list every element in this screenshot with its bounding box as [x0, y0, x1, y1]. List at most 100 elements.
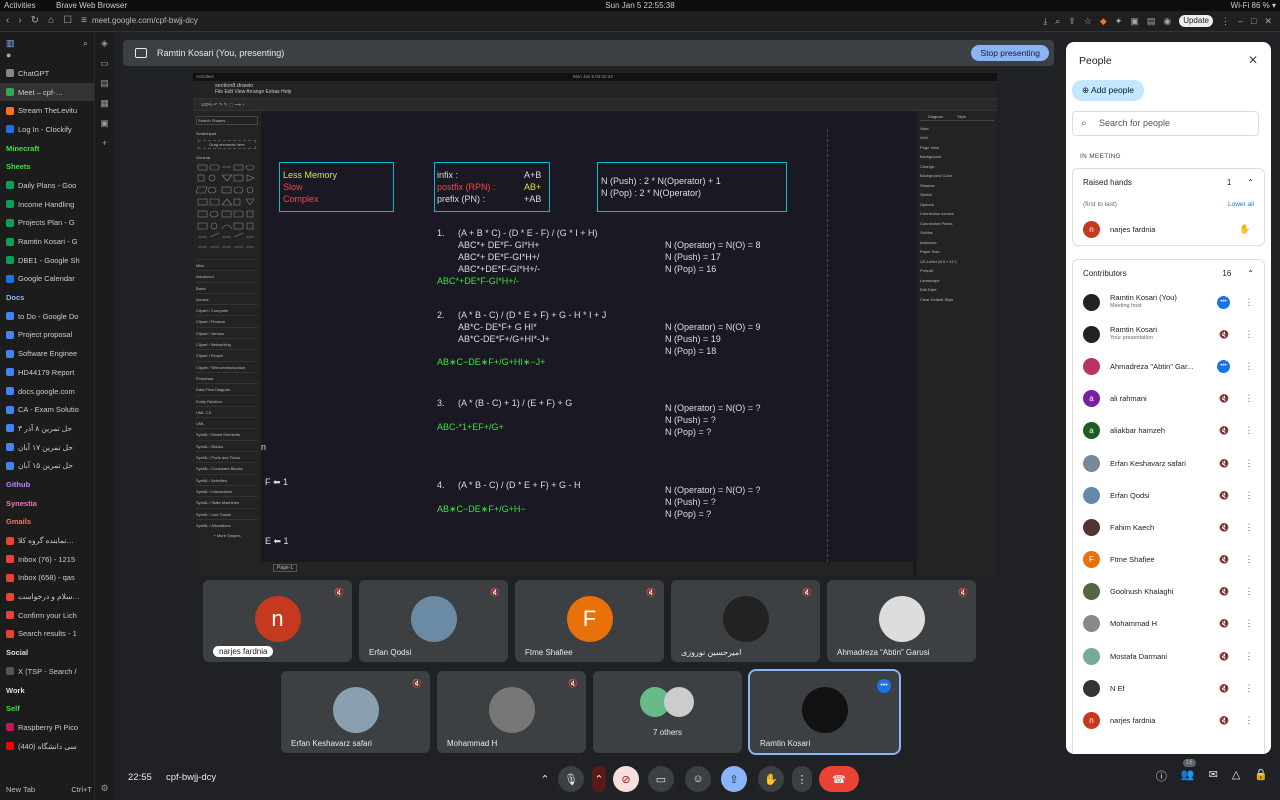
raise-hand-icon[interactable]: ✋ — [758, 766, 784, 792]
tab-label: Ramtin Kosari - G — [18, 237, 78, 247]
camera-off-icon[interactable]: ⊘ — [613, 766, 639, 792]
meeting-info-icon[interactable]: ⓘ — [1156, 768, 1167, 784]
back-icon[interactable]: ‹ — [6, 15, 9, 27]
lower-all-button[interactable]: Lower all — [1228, 201, 1254, 208]
participant-tile[interactable]: Mohammad H 🔇 — [437, 671, 586, 753]
participant-name: ali rahmani — [1110, 394, 1216, 403]
participant-row[interactable]: Ramtin Kosari Your presentation 🔇 ⋮ — [1073, 318, 1264, 350]
chat-icon[interactable]: ✉ — [1209, 768, 1218, 784]
leave-call-icon[interactable]: ☎ — [819, 766, 859, 792]
stop-presenting-button[interactable]: Stop presenting — [971, 45, 1049, 61]
participant-row[interactable]: F Ftme Shafiee 🔇 ⋮ — [1073, 544, 1264, 576]
reading-list-icon[interactable]: ▭ — [100, 58, 109, 69]
more-options-icon[interactable]: ⋮ — [1242, 522, 1256, 533]
more-options-icon[interactable]: ⋮ — [1242, 393, 1256, 404]
update-button[interactable]: Update — [1179, 15, 1213, 27]
more-options-icon[interactable]: ⋮ — [1242, 651, 1256, 662]
new-tab-button[interactable]: New Tab — [6, 785, 35, 794]
present-screen-icon[interactable]: ⇧ — [721, 766, 747, 792]
participant-tile[interactable]: 7 others — [593, 671, 742, 753]
host-controls-icon[interactable]: 🔒 — [1254, 768, 1268, 784]
participant-row[interactable]: Mohammad H 🔇 ⋮ — [1073, 608, 1264, 640]
more-options-icon[interactable]: ⋮ — [1242, 297, 1256, 308]
captions-icon[interactable]: ▭ — [648, 766, 674, 792]
library-item: Clipart / Computer — [196, 304, 258, 315]
extension-icon[interactable]: ✦ — [1115, 15, 1123, 27]
tab-search-icon[interactable]: ⌕ — [83, 38, 88, 50]
tile-name: Ahmadreza “Abtin” Garusi — [837, 648, 930, 657]
more-options-icon[interactable]: ⋮ — [1242, 458, 1256, 469]
more-options-icon[interactable]: ⋮ — [1242, 715, 1256, 726]
people-icon[interactable]: 👥 16 — [1181, 759, 1196, 784]
add-rail-icon[interactable]: + — [102, 138, 107, 148]
profile-icon[interactable]: ◉ — [1163, 15, 1171, 27]
participant-row[interactable]: Ahmadreza "Abtin" Gar... ••• ⋮ — [1073, 350, 1264, 382]
hand-icon[interactable]: ✋ — [1238, 224, 1252, 235]
brave-shield-icon[interactable]: ◆ — [1100, 15, 1107, 27]
participant-row[interactable]: Fahim Kaech 🔇 ⋮ — [1073, 511, 1264, 543]
participant-row[interactable]: Ramtin Kosari (You) Meeting host ••• ⋮ — [1073, 286, 1264, 318]
address-bar[interactable]: meet.google.com/cpf-bwjj-dcy — [92, 15, 198, 27]
reload-icon[interactable]: ↻ — [31, 15, 39, 27]
participant-row[interactable]: N Ef 🔇 ⋮ — [1073, 672, 1264, 704]
participant-tile[interactable]: امیرحسین نوروزی 🔇 — [671, 580, 820, 662]
participant-tile[interactable]: n narjes fardnia 🔇 — [203, 580, 352, 662]
search-people-input[interactable]: ⌕ Search for people — [1072, 111, 1259, 136]
participant-row[interactable]: Mostafa Darmani 🔇 ⋮ — [1073, 640, 1264, 672]
more-options-icon[interactable]: ⋮ — [792, 766, 812, 792]
audio-options-icon[interactable]: ⌃ — [538, 766, 552, 792]
emoji-icon[interactable]: ☺ — [685, 766, 711, 792]
more-options-icon[interactable]: ⋮ — [1242, 683, 1256, 694]
wallet-icon[interactable]: ▣ — [1130, 15, 1139, 27]
more-options-icon[interactable]: ⋮ — [1242, 554, 1256, 565]
mic-icon[interactable]: 🎙 — [558, 766, 584, 792]
sidebar-toggle-icon[interactable]: ▤ — [1147, 15, 1156, 27]
menu-icon[interactable]: ⋮ — [1221, 15, 1230, 27]
participant-row[interactable]: n narjes fardnia 🔇 ⋮ — [1073, 704, 1264, 736]
settings-rail-icon[interactable]: ⚙ — [100, 783, 108, 794]
participant-name: Ramtin Kosari Your presentation — [1110, 325, 1216, 343]
more-options-icon[interactable]: ⋮ — [1242, 586, 1256, 597]
participant-row[interactable]: Goolnush Khalaghi 🔇 ⋮ — [1073, 576, 1264, 608]
more-options-icon[interactable]: ⋮ — [1242, 329, 1256, 340]
participant-row[interactable]: Erfan Qodsi 🔇 ⋮ — [1073, 479, 1264, 511]
participant-row[interactable]: a aliakbar hamzeh 🔇 ⋮ — [1073, 415, 1264, 447]
sidebar-panel-icon[interactable]: ▥ — [6, 38, 15, 50]
drawio-canvas: Less Memory Slow Complex infix : A+B pos… — [261, 129, 913, 562]
tune-icon[interactable]: ≡ — [81, 15, 87, 27]
more-options-icon[interactable]: ⋮ — [1242, 425, 1256, 436]
participant-tile[interactable]: Ramtin Kosari ••• — [748, 669, 901, 755]
bookmark-star-icon[interactable]: ☆ — [1084, 15, 1092, 27]
download-icon[interactable]: ⤓ — [1043, 15, 1047, 27]
close-window-icon[interactable]: ✕ — [1264, 15, 1272, 27]
video-options-icon[interactable]: ⌃ — [592, 766, 606, 792]
participant-row[interactable]: Erfan Keshavarz safari 🔇 ⋮ — [1073, 447, 1264, 479]
maximize-icon[interactable]: □ — [1251, 15, 1256, 27]
brave-icon[interactable]: ◈ — [101, 38, 108, 49]
more-options-icon[interactable]: ⋮ — [1242, 490, 1256, 501]
forward-icon[interactable]: › — [18, 15, 21, 27]
participant-tile[interactable]: Erfan Qodsi 🔇 — [359, 580, 508, 662]
home-icon[interactable]: ⌂ — [48, 15, 54, 27]
history-icon[interactable]: ▦ — [100, 98, 109, 109]
activities-icon[interactable]: △ — [1232, 768, 1240, 784]
bookmark-icon[interactable]: ☐ — [63, 15, 72, 27]
wallet-rail-icon[interactable]: ▣ — [100, 118, 109, 129]
participant-tile[interactable]: F Ftme Shafiee 🔇 — [515, 580, 664, 662]
bookmarks-icon[interactable]: ▤ — [100, 78, 109, 89]
minimize-icon[interactable]: – — [1238, 15, 1243, 27]
share-icon[interactable]: ⇪ — [1068, 15, 1076, 27]
close-icon[interactable]: ✕ — [1248, 53, 1258, 67]
collapse-icon[interactable]: ⌃ — [1247, 178, 1254, 187]
more-options-icon[interactable]: ⋮ — [1242, 361, 1256, 372]
participant-name: Ramtin Kosari (You) Meeting host — [1110, 293, 1216, 311]
add-people-button[interactable]: ⊕ Add people — [1072, 80, 1145, 101]
more-options-icon[interactable]: ⋮ — [1242, 618, 1256, 629]
participant-tile[interactable]: Erfan Keshavarz safari 🔇 — [281, 671, 430, 753]
zoom-icon[interactable]: ⌕ — [1055, 15, 1060, 27]
participant-tile[interactable]: Ahmadreza “Abtin” Garusi 🔇 — [827, 580, 976, 662]
collapse-icon[interactable]: ⌃ — [1247, 269, 1254, 278]
participant-row[interactable]: a ali rahmani 🔇 ⋮ — [1073, 383, 1264, 415]
os-status[interactable]: Wi-Fi 86 % ▾ — [1231, 0, 1276, 11]
raised-hand-row[interactable]: n narjes fardnia ✋ — [1073, 213, 1264, 245]
